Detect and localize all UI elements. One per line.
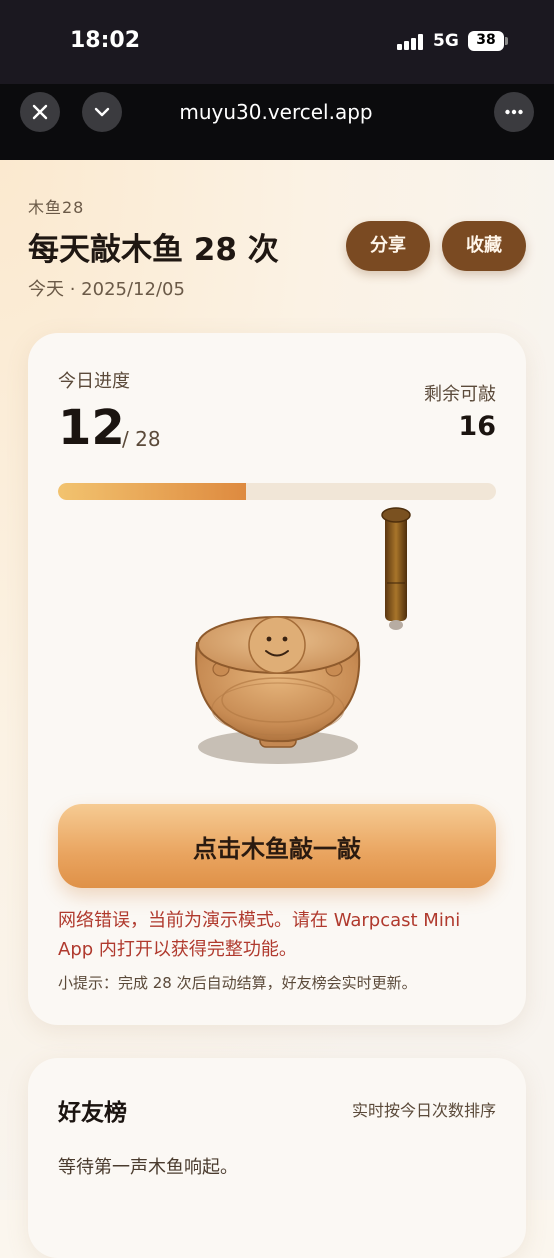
favorite-button[interactable]: 收藏: [442, 221, 526, 271]
signal-icon: [397, 34, 425, 50]
tap-total: / 28: [122, 427, 161, 451]
leaderboard-empty: 等待第一声木鱼响起。: [58, 1157, 238, 1178]
date-label: 今天 · 2025/12/05: [28, 279, 185, 300]
share-button[interactable]: 分享: [346, 221, 430, 271]
tip-text: 小提示：完成 28 次后自动结算，好友榜会实时更新。: [58, 974, 417, 992]
app-name: 木鱼28: [28, 198, 85, 217]
leaderboard-title: 好友榜: [58, 1100, 127, 1126]
remaining-label: 剩余可敲: [424, 384, 496, 405]
battery-icon: 38: [468, 31, 504, 51]
wooden-fish-icon[interactable]: [185, 605, 370, 770]
progress-bar: [58, 483, 496, 500]
battery-tip: [505, 37, 508, 45]
mallet-icon: [381, 507, 411, 630]
url-text[interactable]: muyu30.vercel.app: [150, 100, 402, 124]
close-button[interactable]: [20, 92, 60, 132]
more-dots-icon: [505, 109, 523, 115]
error-message: 网络错误，当前为演示模式。请在 Warpcast Mini App 内打开以获得…: [58, 910, 461, 960]
more-button[interactable]: [494, 92, 534, 132]
progress-bar-fill: [58, 483, 247, 500]
battery-level: 38: [476, 32, 496, 48]
tap-fish-button[interactable]: 点击木鱼敲一敲: [58, 804, 496, 888]
progress-label: 今日进度: [58, 371, 130, 392]
network-type: 5G: [433, 31, 459, 51]
chevron-down-icon: [94, 107, 110, 117]
collapse-button[interactable]: [82, 92, 122, 132]
tap-count: 12: [58, 400, 125, 456]
leaderboard-subtitle: 实时按今日次数排序: [351, 1101, 496, 1120]
remaining-count: 16: [458, 411, 496, 442]
close-icon: [32, 104, 48, 120]
page-title: 每天敲木鱼 28 次: [28, 232, 279, 268]
status-time: 18:02: [70, 28, 141, 53]
